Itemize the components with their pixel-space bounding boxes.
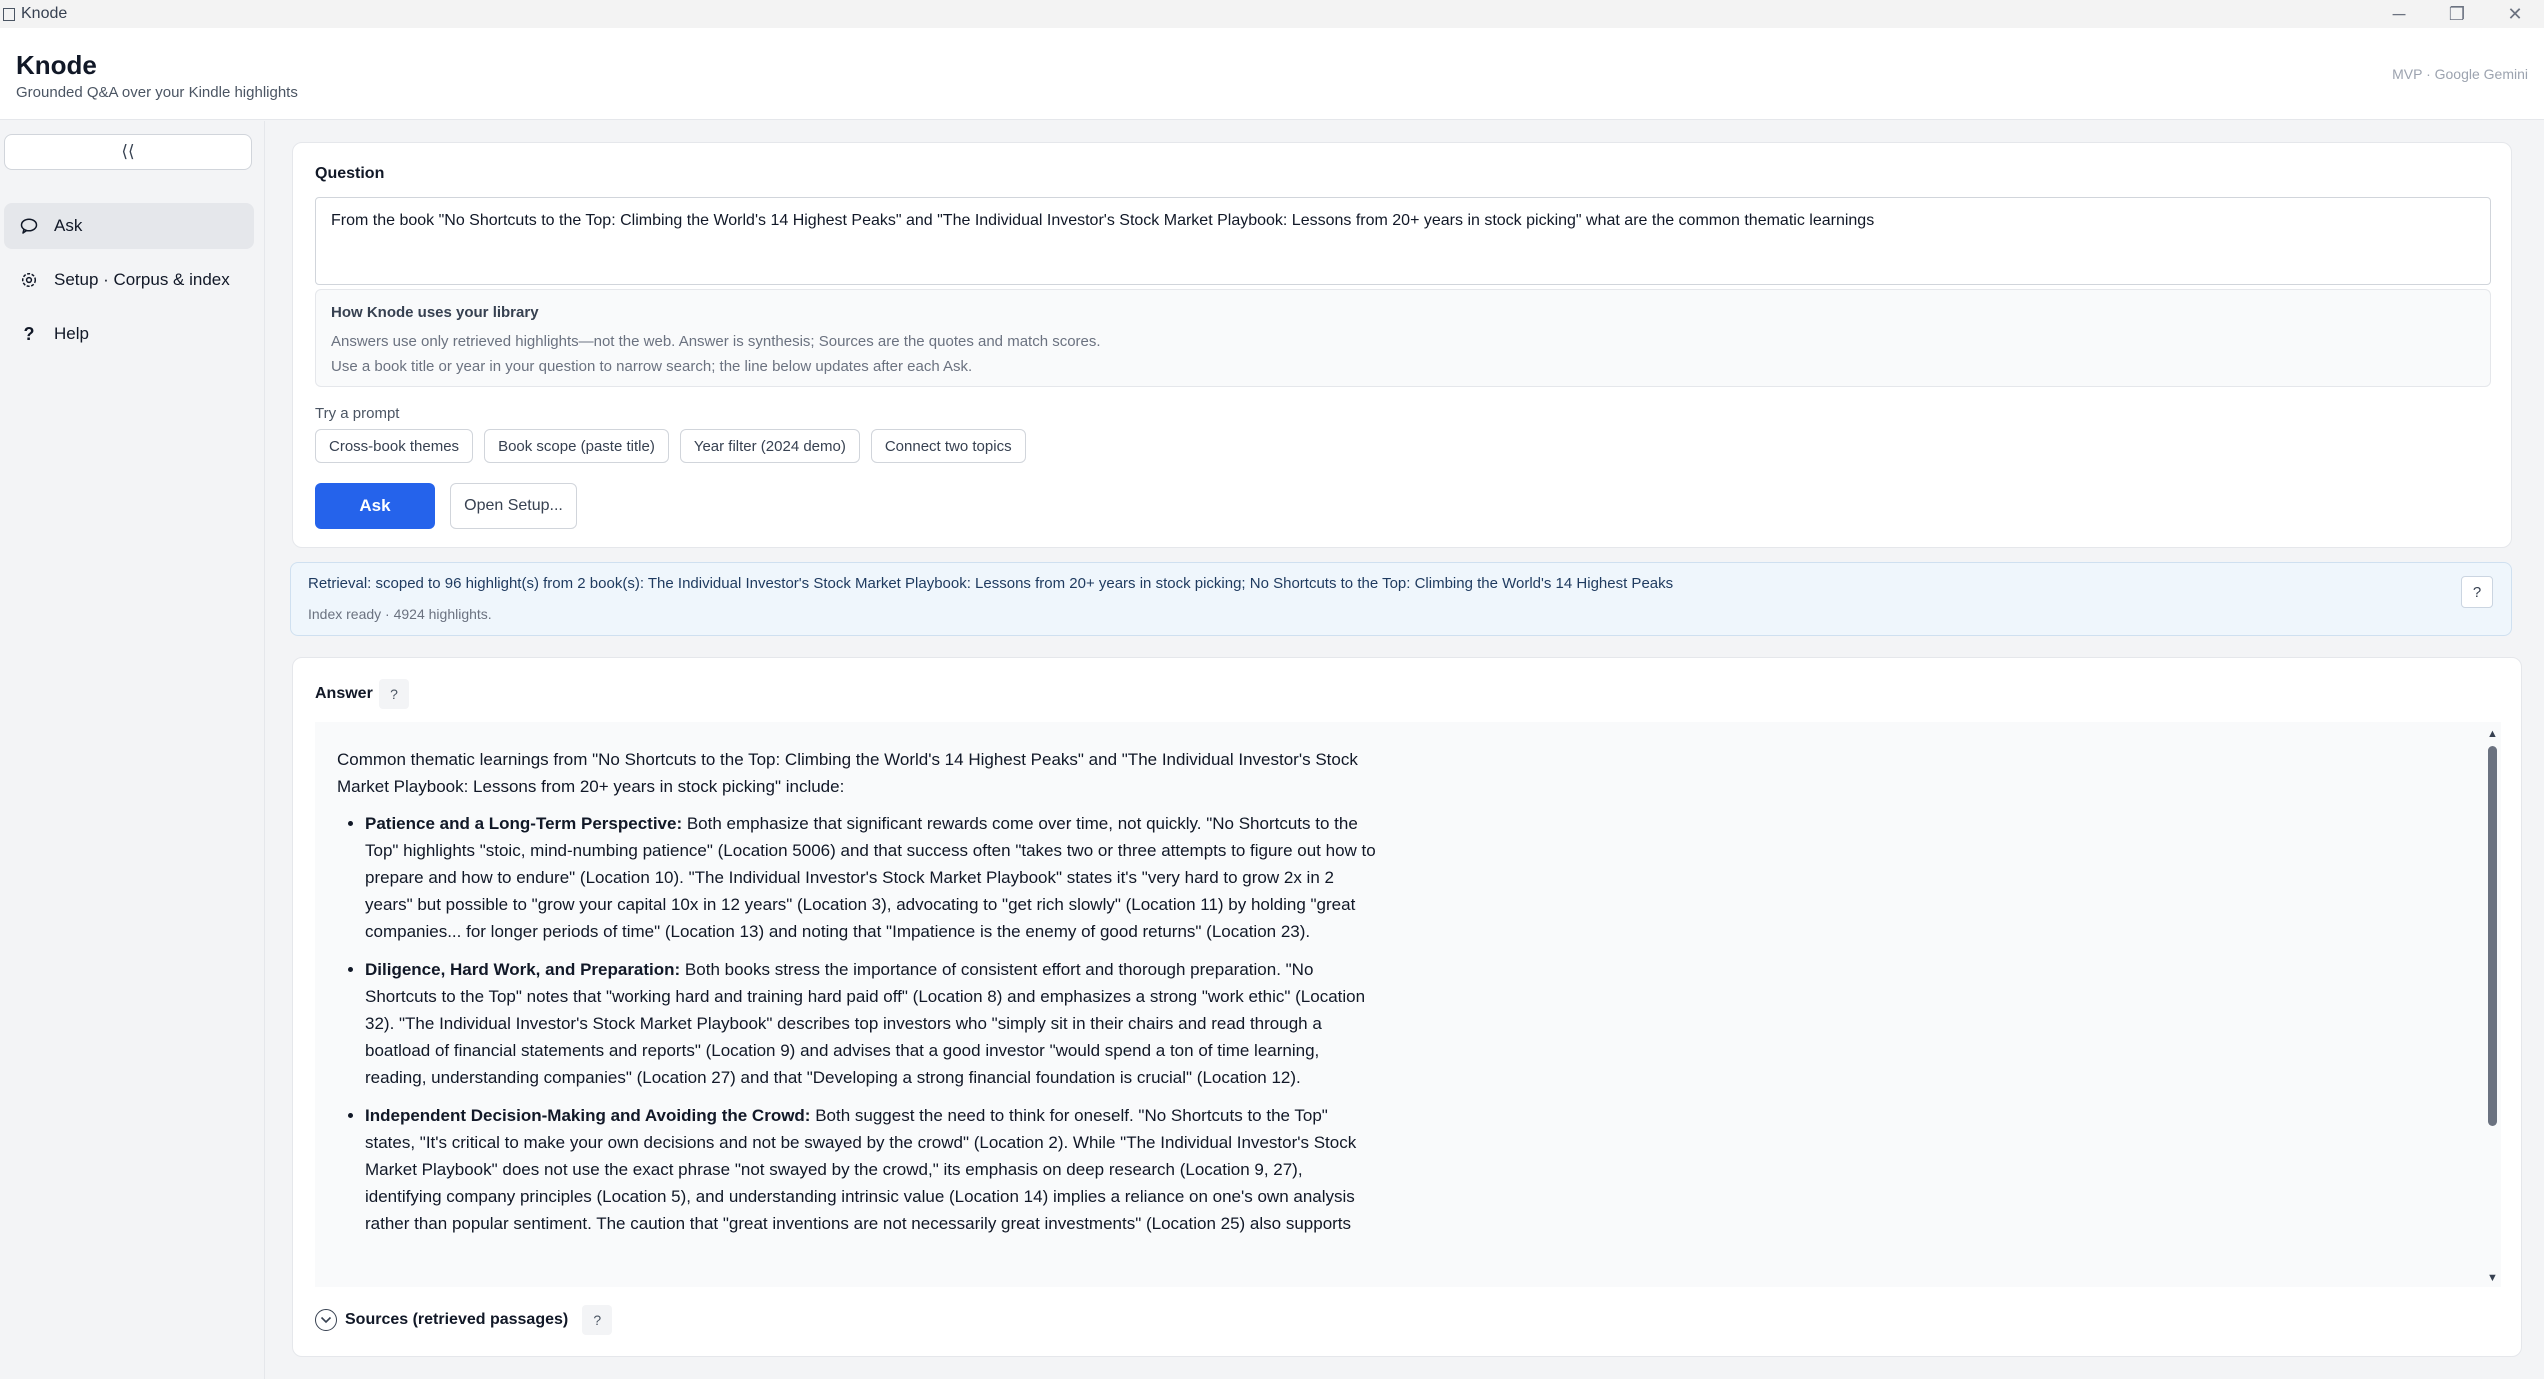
minimize-icon[interactable]: ─ [2370,0,2428,28]
retrieval-scope-text: Retrieval: scoped to 96 highlight(s) fro… [308,575,1674,592]
answer-text: Common thematic learnings from "No Short… [337,746,1377,1248]
answer-bullet: Independent Decision-Making and Avoiding… [365,1102,1377,1237]
question-panel: Question From the book "No Shortcuts to … [292,142,2512,548]
sidebar-item-label: Help [54,324,89,343]
index-status-text: Index ready · 4924 highlights. [308,606,492,622]
sidebar-item-setup[interactable]: Setup · Corpus & index [4,257,254,303]
bullet-title: Patience and a Long-Term Perspective: [365,814,683,833]
bullet-title: Independent Decision-Making and Avoiding… [365,1106,811,1125]
answer-scroll-area[interactable]: Common thematic learnings from "No Short… [315,722,2501,1287]
bullet-body: Both suggest the need to think for onese… [365,1106,1357,1233]
window-title: Knode [21,5,68,22]
prompt-chip-cross-book[interactable]: Cross-book themes [315,429,474,463]
sidebar-item-label: Setup · Corpus & index [54,270,230,289]
sources-help-button[interactable]: ? [582,1305,613,1335]
close-icon[interactable]: ✕ [2486,0,2544,28]
prompt-chips: Cross-book themes Book scope (paste titl… [315,429,1026,463]
app-tagline: Grounded Q&A over your Kindle highlights [16,84,298,101]
answer-intro: Common thematic learnings from "No Short… [337,750,1358,796]
bullet-body: Both books stress the importance of cons… [365,960,1366,1087]
sidebar: ⟨⟨ Ask Setup · Corpus & index ? Help [0,121,265,1379]
sources-toggle[interactable]: Sources (retrieved passages) ? [315,1305,613,1335]
answer-list: Patience and a Long-Term Perspective: Bo… [337,810,1377,1237]
chevron-down-icon [315,1309,337,1331]
bullet-title: Diligence, Hard Work, and Preparation: [365,960,681,979]
sidebar-item-label: Ask [54,216,83,235]
try-prompt-label: Try a prompt [315,405,400,422]
chat-bubble-icon [18,218,40,234]
app-brand: Knode [16,50,97,80]
retrieval-status: Retrieval: scoped to 96 highlight(s) fro… [290,562,2512,636]
restore-icon[interactable]: ❐ [2428,0,2486,28]
scrollbar-thumb[interactable] [2488,746,2497,1126]
answer-panel: Answer ? Common thematic learnings from … [292,657,2522,1357]
library-info-title: How Knode uses your library [331,304,539,321]
library-info-line: Answers use only retrieved highlights—no… [331,333,1101,350]
ask-button[interactable]: Ask [315,483,435,529]
app-icon [3,7,15,21]
sidebar-item-help[interactable]: ? Help [4,311,254,357]
collapse-sidebar-button[interactable]: ⟨⟨ [4,134,252,170]
answer-scrollbar[interactable]: ▲ ▼ [2485,728,2499,1284]
library-info-box: How Knode uses your library Answers use … [315,289,2491,387]
answer-bullet: Patience and a Long-Term Perspective: Bo… [365,810,1377,945]
prompt-chip-connect-topics[interactable]: Connect two topics [870,429,1026,463]
library-info-line: Use a book title or year in your questio… [331,358,973,375]
question-label: Question [315,165,385,182]
answer-help-button[interactable]: ? [379,679,409,709]
question-input[interactable]: From the book "No Shortcuts to the Top: … [315,197,2491,285]
scroll-up-icon[interactable]: ▲ [2487,728,2498,740]
window-controls: ─ ❐ ✕ [2370,0,2544,28]
provider-label: MVP · Google Gemini [2392,66,2528,82]
open-setup-button[interactable]: Open Setup... [450,483,577,529]
scroll-down-icon[interactable]: ▼ [2487,1272,2498,1284]
retrieval-help-button[interactable]: ? [2461,576,2493,608]
question-icon: ? [23,323,35,344]
window-titlebar: Knode ─ ❐ ✕ [0,0,2544,28]
sources-label: Sources (retrieved passages) [345,1311,569,1328]
app-header: Knode Grounded Q&A over your Kindle high… [0,28,2544,120]
prompt-chip-book-scope[interactable]: Book scope (paste title) [484,429,669,463]
bullet-body: Both emphasize that significant rewards … [365,814,1376,941]
answer-bullet: Diligence, Hard Work, and Preparation: B… [365,956,1377,1091]
gear-icon [18,271,40,289]
prompt-chip-year-filter[interactable]: Year filter (2024 demo) [679,429,860,463]
answer-label: Answer [315,685,373,702]
sidebar-item-ask[interactable]: Ask [4,203,254,249]
